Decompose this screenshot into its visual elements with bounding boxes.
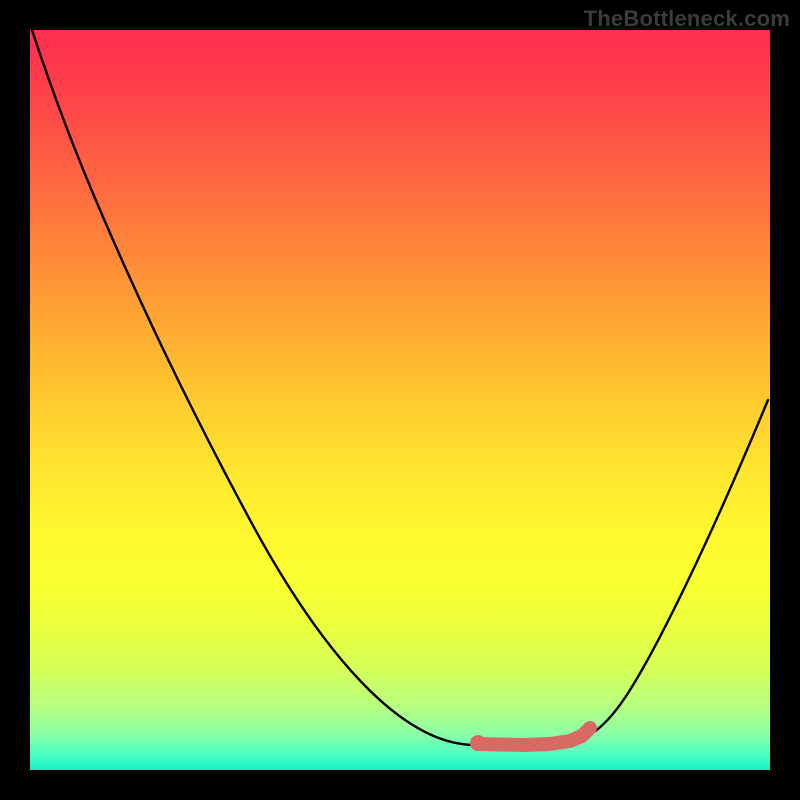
bottleneck-curve <box>32 30 768 745</box>
watermark-text: TheBottleneck.com <box>584 6 790 32</box>
curve-layer <box>30 30 770 770</box>
optimal-start-dot <box>470 735 486 751</box>
plot-area <box>30 30 770 770</box>
chart-frame: TheBottleneck.com <box>0 0 800 800</box>
optimal-range-highlight <box>478 728 590 745</box>
